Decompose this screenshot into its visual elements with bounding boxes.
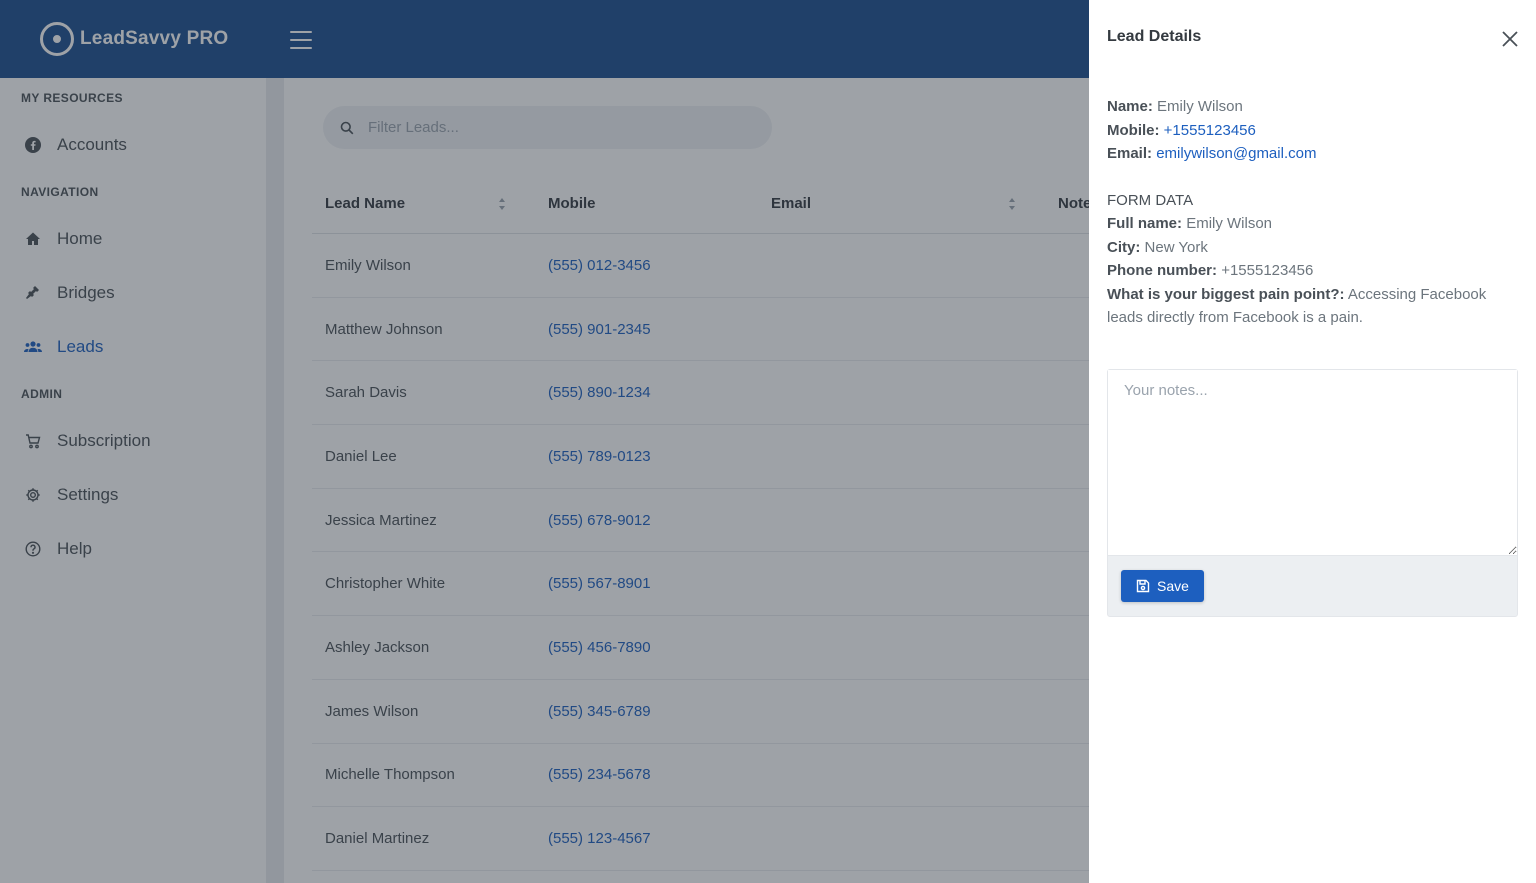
close-icon[interactable] [1501, 30, 1519, 48]
notes-textarea[interactable] [1108, 370, 1517, 556]
lead-details-drawer: Lead Details Name: Emily Wilson Mobile: … [1089, 0, 1536, 883]
drawer-title: Lead Details [1107, 28, 1202, 45]
detail-email: Email: emilywilson@gmail.com [1107, 145, 1317, 162]
floppy-disk-icon [1136, 579, 1150, 593]
lead-details: Name: Emily Wilson Mobile: +1555123456 E… [1107, 95, 1507, 330]
form-field: Phone number: +1555123456 [1107, 262, 1314, 279]
notes-panel: Save [1107, 369, 1518, 617]
email-link[interactable]: emilywilson@gmail.com [1156, 145, 1316, 162]
form-field: City: New York [1107, 238, 1208, 256]
mobile-link[interactable]: +1555123456 [1164, 122, 1256, 139]
form-data-heading: FORM DATA [1107, 191, 1194, 209]
detail-name: Name: Emily Wilson [1107, 98, 1243, 115]
save-button[interactable]: Save [1121, 570, 1204, 602]
modal-backdrop[interactable] [0, 0, 1089, 883]
form-field: Full name: Emily Wilson [1107, 215, 1273, 232]
form-field: What is your biggest pain point?: Access… [1107, 285, 1487, 327]
detail-mobile: Mobile: +1555123456 [1107, 121, 1256, 139]
